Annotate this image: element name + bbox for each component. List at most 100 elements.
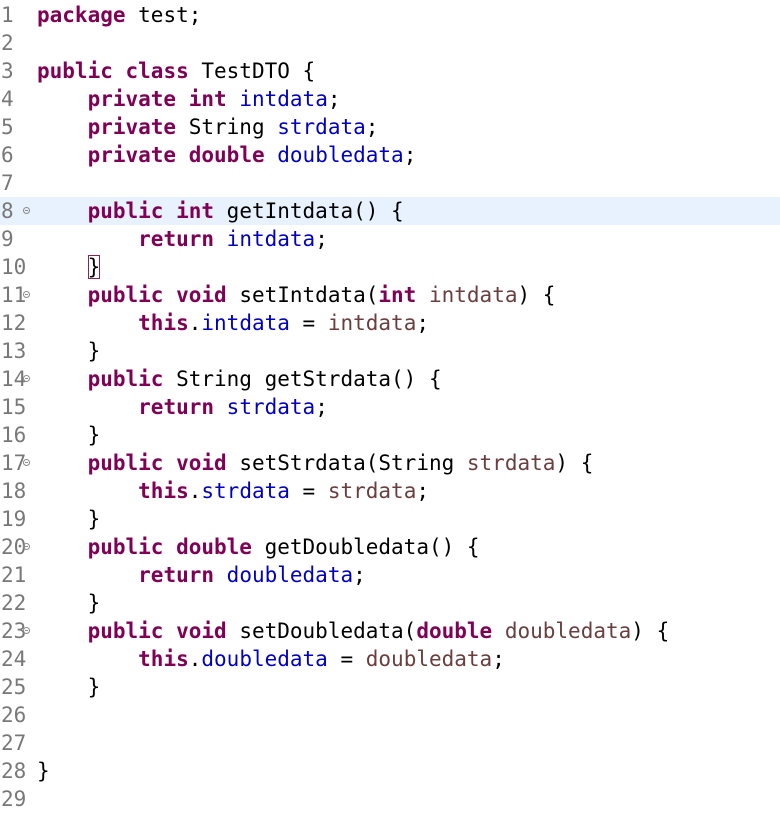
code-line[interactable]: 20 public double getDoubledata() { bbox=[0, 533, 780, 561]
parameter-token: intdata bbox=[327, 311, 417, 335]
code-line[interactable]: 23 public void setDoubledata(double doub… bbox=[0, 617, 780, 645]
code-line[interactable]: 5 private String strdata; bbox=[0, 113, 780, 141]
line-number: 21 bbox=[1, 563, 27, 587]
code-token: ) { bbox=[631, 619, 670, 643]
code-line[interactable]: 1 package test; bbox=[0, 1, 780, 29]
code-line[interactable]: 2 bbox=[0, 29, 780, 57]
line-number: 10 bbox=[1, 255, 27, 279]
fold-collapse-icon[interactable] bbox=[23, 543, 30, 550]
code-line[interactable]: 19 } bbox=[0, 505, 780, 533]
code-line[interactable]: 28} bbox=[0, 757, 780, 785]
keyword-token: public bbox=[87, 451, 164, 475]
code-line[interactable]: 18 this.strdata = strdata; bbox=[0, 477, 780, 505]
code-line[interactable]: 3 public class TestDTO { bbox=[0, 57, 780, 85]
keyword-token: void bbox=[176, 619, 227, 643]
keyword-token: public bbox=[87, 619, 164, 643]
fold-collapse-icon[interactable] bbox=[23, 627, 30, 634]
line-number: 2 bbox=[1, 31, 14, 55]
code-line[interactable]: 24 this.doubledata = doubledata; bbox=[0, 645, 780, 673]
code-token: = bbox=[327, 647, 366, 671]
code-token: } bbox=[37, 759, 50, 783]
fold-collapse-icon[interactable] bbox=[23, 375, 30, 382]
code-text: this.strdata = strdata; bbox=[37, 477, 429, 505]
line-number: 9 bbox=[1, 227, 14, 251]
code-token: = bbox=[289, 311, 328, 335]
code-line[interactable]: 11 public void setIntdata(int intdata) { bbox=[0, 281, 780, 309]
keyword-token: double bbox=[416, 619, 493, 643]
keyword-token: private bbox=[87, 143, 177, 167]
code-line[interactable]: 21 return doubledata; bbox=[0, 561, 780, 589]
field-token: intdata bbox=[239, 87, 328, 111]
line-number: 7 bbox=[1, 171, 14, 195]
code-line[interactable]: 12 this.intdata = intdata; bbox=[0, 309, 780, 337]
code-line[interactable]: 4 private int intdata; bbox=[0, 85, 780, 113]
fold-collapse-icon[interactable] bbox=[23, 291, 30, 298]
code-token: } bbox=[87, 507, 101, 531]
code-text: private int intdata; bbox=[37, 85, 341, 113]
fold-collapse-icon[interactable] bbox=[23, 459, 30, 466]
line-number: 29 bbox=[1, 787, 27, 811]
code-line[interactable]: 26 bbox=[0, 701, 780, 729]
code-text: } bbox=[37, 673, 101, 701]
code-text: } bbox=[37, 589, 101, 617]
code-line[interactable]: 10 } bbox=[0, 253, 780, 281]
code-text: public void setIntdata(int intdata) { bbox=[37, 281, 556, 309]
code-token: } bbox=[87, 591, 101, 615]
field-token: doubledata bbox=[201, 647, 328, 671]
fold-collapse-icon[interactable] bbox=[23, 207, 30, 214]
line-number: 16 bbox=[1, 423, 27, 447]
code-token: ) { bbox=[517, 283, 556, 307]
code-line[interactable]: 29 bbox=[0, 785, 780, 813]
field-token: doubledata bbox=[277, 143, 404, 167]
keyword-token: package bbox=[37, 3, 126, 27]
code-editor[interactable]: 1 package test; 2 3 public class TestDTO {4 … bbox=[0, 0, 780, 811]
code-token: . bbox=[188, 311, 202, 335]
code-line[interactable]: 16 } bbox=[0, 421, 780, 449]
code-line[interactable]: 7 bbox=[0, 169, 780, 197]
code-line[interactable]: 14 public String getStrdata() { bbox=[0, 365, 780, 393]
parameter-token: strdata bbox=[327, 479, 417, 503]
line-number: 28 bbox=[1, 759, 27, 783]
code-line[interactable]: 22 } bbox=[0, 589, 780, 617]
field-token: strdata bbox=[277, 115, 366, 139]
code-line[interactable]: 6 private double doubledata; bbox=[0, 141, 780, 169]
code-line[interactable]: 13 } bbox=[0, 337, 780, 365]
line-number: 6 bbox=[1, 143, 14, 167]
code-line[interactable]: 8 public int getIntdata() { bbox=[0, 197, 780, 225]
code-token: ) { bbox=[555, 451, 594, 475]
code-token: } bbox=[87, 675, 101, 699]
line-number: 26 bbox=[1, 703, 27, 727]
field-token: intdata bbox=[226, 227, 316, 251]
line-number: 24 bbox=[1, 647, 27, 671]
code-line[interactable]: 15 return strdata; bbox=[0, 393, 780, 421]
code-line[interactable]: 17 public void setStrdata(String strdata… bbox=[0, 449, 780, 477]
code-token: setDoubledata( bbox=[226, 619, 417, 643]
keyword-token: public bbox=[87, 535, 164, 559]
code-line[interactable]: 25 } bbox=[0, 673, 780, 701]
code-token: } bbox=[87, 423, 101, 447]
parameter-token: doubledata bbox=[504, 619, 632, 643]
keyword-token: int bbox=[378, 283, 417, 307]
line-number: 19 bbox=[1, 507, 27, 531]
code-line[interactable]: 27 bbox=[0, 729, 780, 757]
line-number: 5 bbox=[1, 115, 14, 139]
code-text: this.doubledata = doubledata; bbox=[37, 645, 505, 673]
keyword-token: this bbox=[138, 311, 189, 335]
code-line[interactable]: 9 return intdata; bbox=[0, 225, 780, 253]
